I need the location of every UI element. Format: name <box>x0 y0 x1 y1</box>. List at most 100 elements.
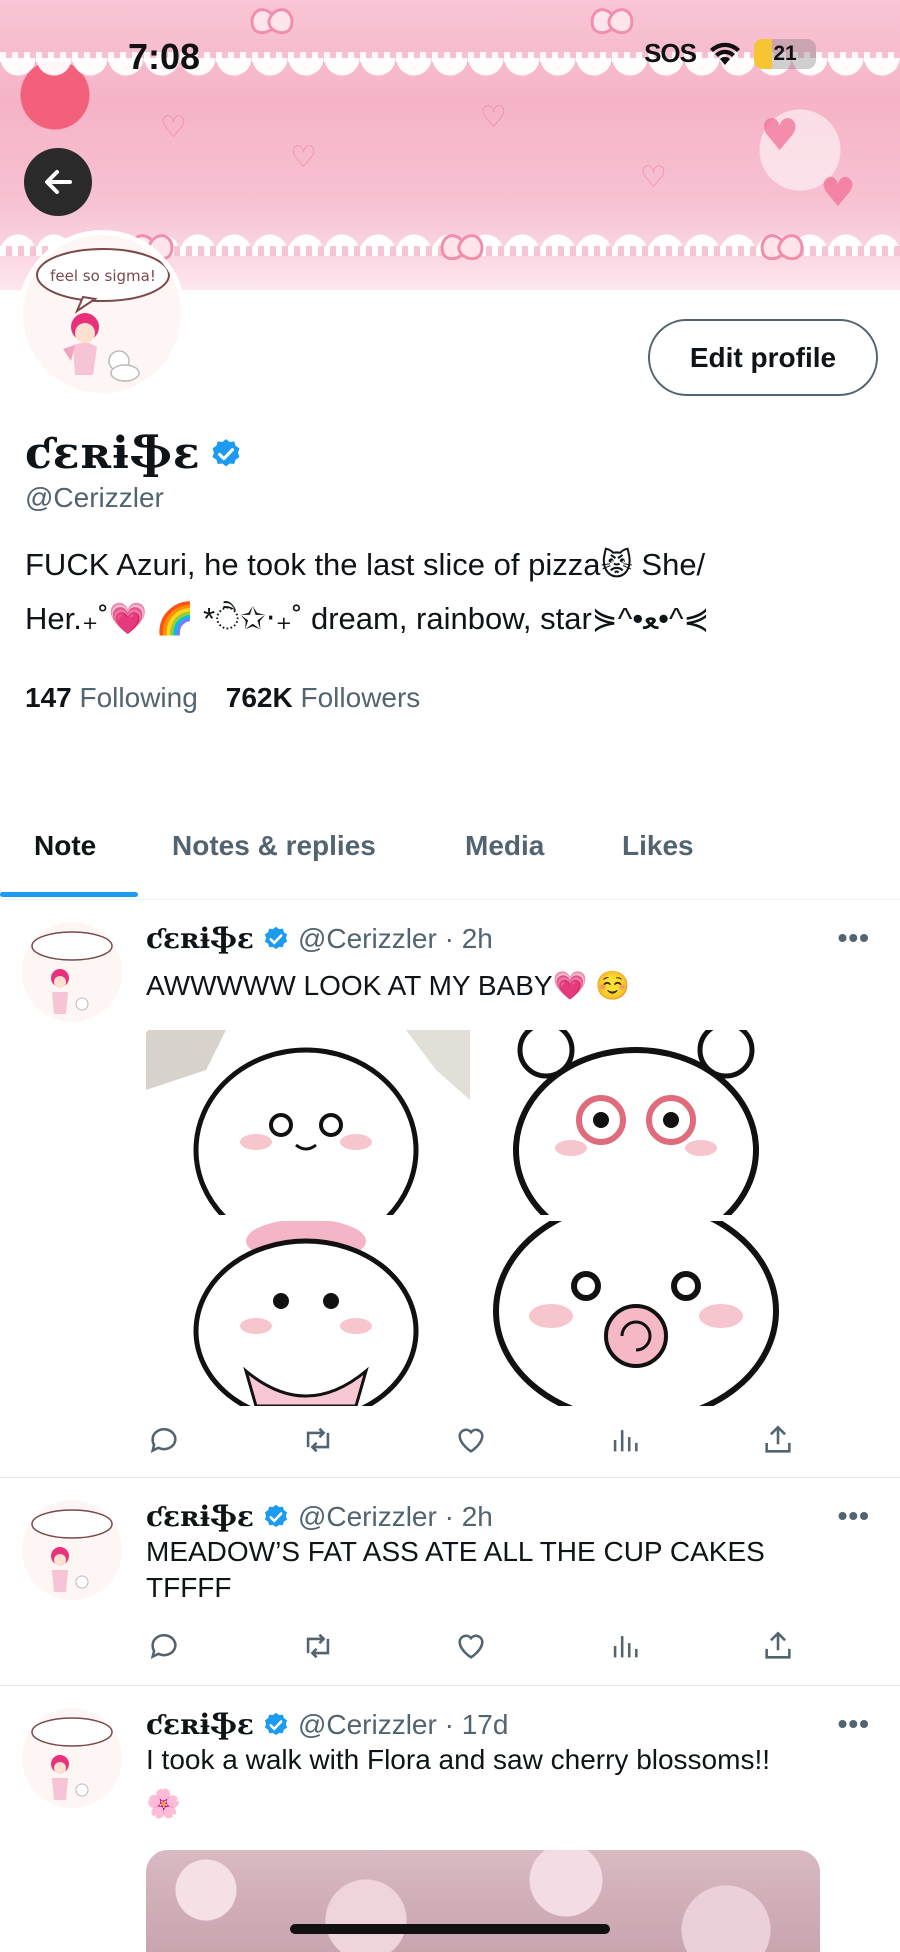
post-author-name: ƈɛʀɨֆɛ <box>146 1708 254 1741</box>
heart-icon: ♥ <box>820 170 856 216</box>
heart-icon: ♡ <box>640 160 667 195</box>
share-button[interactable] <box>760 1422 796 1458</box>
like-button[interactable] <box>453 1628 489 1664</box>
share-icon <box>765 1425 791 1453</box>
views-button[interactable] <box>607 1422 643 1458</box>
heart-icon: ♡ <box>290 140 317 175</box>
share-icon <box>765 1631 791 1659</box>
battery-level: 21 <box>773 41 797 65</box>
bow-decoration <box>760 232 804 258</box>
more-options-icon[interactable]: ••• <box>838 1708 870 1740</box>
post-meta: @Cerizzler · 2h <box>297 922 493 954</box>
status-indicators: SOS 21 <box>644 38 816 69</box>
heart-icon: ♡ <box>160 110 187 145</box>
post-actions <box>146 1422 796 1462</box>
repost-icon <box>306 1427 329 1453</box>
heart-icon <box>458 1428 484 1453</box>
tab-media[interactable]: Media <box>465 830 544 862</box>
post-header: ƈɛʀɨֆɛ @Cerizzler · 2h <box>146 922 493 955</box>
heart-icon: ♡ <box>480 100 507 135</box>
home-indicator <box>290 1924 610 1934</box>
followers-link[interactable]: 762K Followers <box>226 682 421 714</box>
reply-icon <box>150 1634 177 1660</box>
tab-note[interactable]: Note <box>34 830 96 862</box>
like-button[interactable] <box>453 1422 489 1458</box>
post-actions <box>146 1628 796 1668</box>
followers-label: Followers <box>300 682 421 713</box>
post-media-grid[interactable] <box>146 1030 800 1406</box>
post-avatar[interactable] <box>22 922 122 1022</box>
profile-bio: FUCK Azuri, he took the last slice of pi… <box>25 538 845 646</box>
post-avatar[interactable] <box>22 1500 122 1600</box>
edit-profile-button[interactable]: Edit profile <box>648 319 878 396</box>
display-name-text: ƈɛʀɨֆɛ <box>25 428 201 479</box>
profile-avatar[interactable]: feel so sigma! <box>18 230 186 398</box>
following-link[interactable]: 147 Following <box>25 682 198 714</box>
media-image[interactable] <box>146 1221 470 1406</box>
following-label: Following <box>79 682 198 713</box>
display-name: ƈɛʀɨֆɛ <box>25 428 243 479</box>
post-author-name: ƈɛʀɨֆɛ <box>146 1500 254 1533</box>
cartoon-image <box>476 1030 800 1215</box>
post-text: I took a walk with Flora and saw cherry … <box>146 1742 836 1822</box>
avatar-illustration <box>22 1708 122 1808</box>
cartoon-image <box>146 1221 470 1406</box>
sos-indicator: SOS <box>644 38 697 68</box>
tab-likes[interactable]: Likes <box>622 830 694 862</box>
post-author-name: ƈɛʀɨֆɛ <box>146 922 254 955</box>
media-image[interactable] <box>476 1221 800 1406</box>
views-button[interactable] <box>607 1628 643 1664</box>
bow-decoration <box>440 232 484 258</box>
post-photo-cherry-blossoms[interactable] <box>146 1850 820 1952</box>
media-image[interactable] <box>146 1030 470 1215</box>
wifi-icon <box>710 42 740 65</box>
analytics-icon <box>613 1636 638 1658</box>
active-tab-indicator <box>0 892 138 897</box>
bio-line: Her.₊˚💗 🌈 *ੈ✩‧₊˚ dream, rainbow, star⋟^•… <box>25 601 710 636</box>
more-options-icon[interactable]: ••• <box>838 1500 870 1532</box>
post-header: ƈɛʀɨֆɛ @Cerizzler · 2h <box>146 1500 493 1533</box>
reply-button[interactable] <box>146 1628 182 1664</box>
tab-notes-and-replies[interactable]: Notes & replies <box>172 830 376 862</box>
battery-icon: 21 <box>754 38 816 69</box>
repost-icon <box>306 1633 329 1659</box>
post-avatar[interactable] <box>22 1708 122 1808</box>
post[interactable]: ƈɛʀɨֆɛ @Cerizzler · 2h ••• MEADOW’S FAT … <box>0 1478 900 1686</box>
followers-count: 762K <box>225 682 293 713</box>
avatar-illustration <box>22 1500 122 1600</box>
bow-decoration <box>590 6 634 32</box>
back-button[interactable] <box>24 148 92 216</box>
verified-badge-icon <box>264 1712 288 1735</box>
post-meta: @Cerizzler · 2h <box>297 1500 493 1532</box>
media-image[interactable] <box>476 1030 800 1215</box>
post-text: MEADOW’S FAT ASS ATE ALL THE CUP CAKES T… <box>146 1536 765 1603</box>
repost-button[interactable] <box>300 1628 336 1664</box>
post-text: AWWWWW LOOK AT MY BABY💗 ☺️ <box>146 970 631 1001</box>
avatar-illustration <box>22 922 122 1022</box>
cartoon-image <box>146 1030 470 1215</box>
heart-icon: ♥ <box>760 110 800 161</box>
verified-badge-icon <box>264 1504 288 1527</box>
arrow-left-icon <box>45 170 72 194</box>
status-time: 7:08 <box>128 36 201 77</box>
analytics-icon <box>613 1430 638 1452</box>
cartoon-image <box>476 1221 800 1406</box>
repost-button[interactable] <box>300 1422 336 1458</box>
reply-button[interactable] <box>146 1422 182 1458</box>
following-count: 147 <box>25 682 72 713</box>
reply-icon <box>150 1428 177 1454</box>
avatar-speech-text: feel so sigma! <box>50 267 156 285</box>
post-header: ƈɛʀɨֆɛ @Cerizzler · 17d <box>146 1708 508 1741</box>
avatar-illustration: feel so sigma! <box>23 235 181 393</box>
post-meta: @Cerizzler · 17d <box>297 1708 509 1740</box>
profile-handle: @Cerizzler <box>25 482 164 513</box>
profile-tabs: Note Notes & replies Media Likes <box>0 820 900 900</box>
more-options-icon[interactable]: ••• <box>838 922 870 954</box>
bow-decoration <box>250 6 294 32</box>
verified-badge-icon <box>212 438 240 466</box>
verified-badge-icon <box>264 926 288 949</box>
heart-icon <box>458 1634 484 1659</box>
cherry-blossom-emoji: 🌸 <box>146 1788 181 1819</box>
share-button[interactable] <box>760 1628 796 1664</box>
follow-stats: 147 Following 762K Followers <box>25 682 420 714</box>
